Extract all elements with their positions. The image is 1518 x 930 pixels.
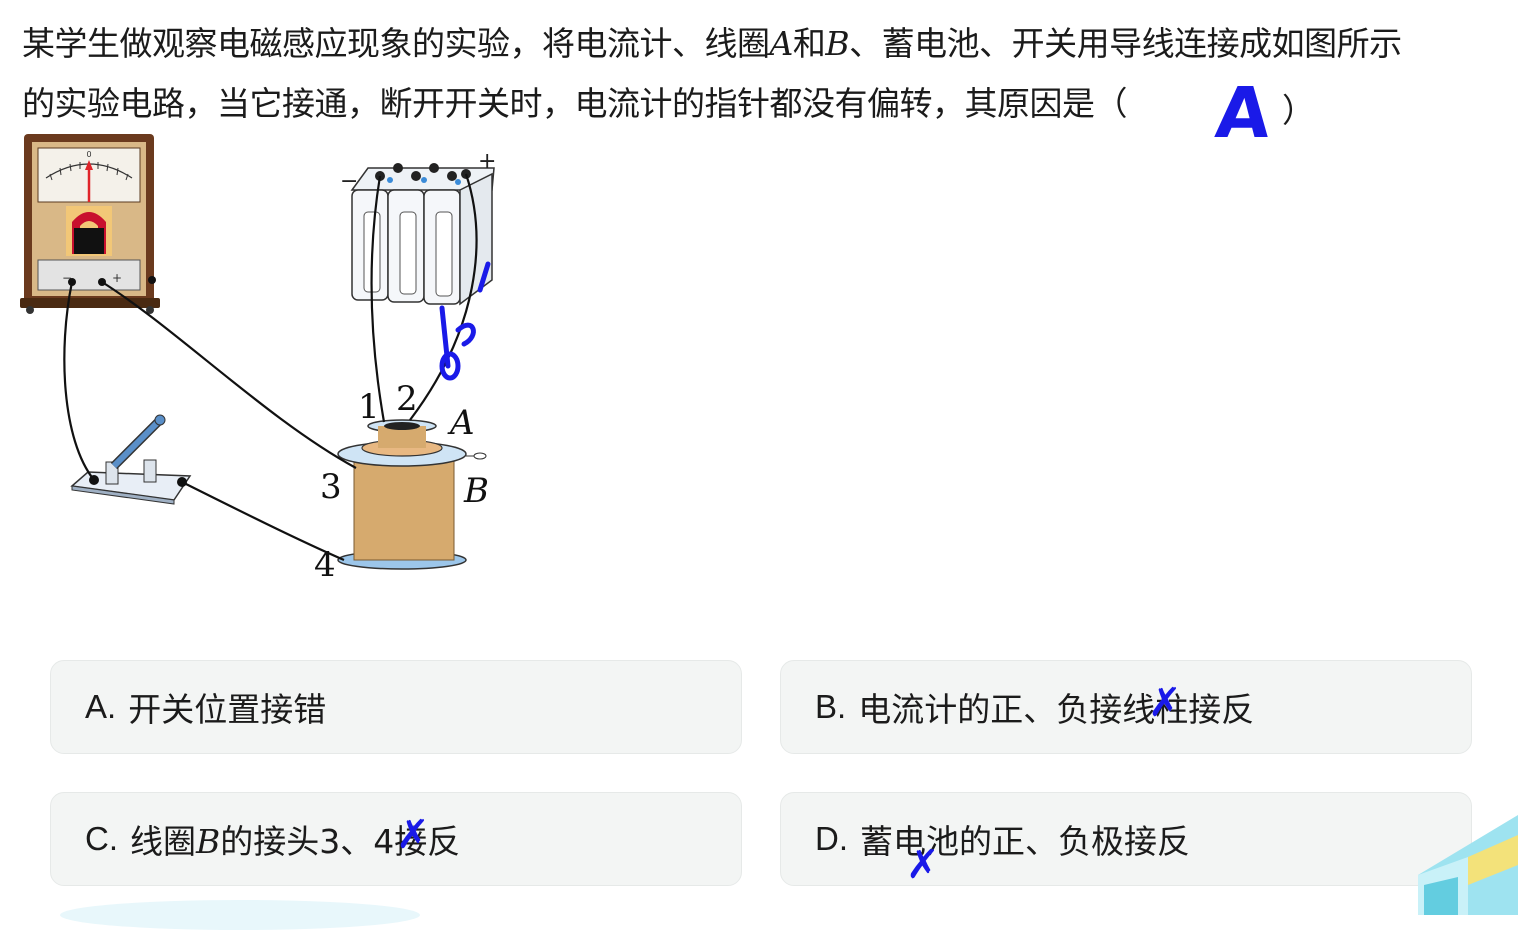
coil-a-variable: A — [769, 24, 794, 63]
handwritten-x-mark-c: ✗ — [396, 812, 430, 858]
answer-close-paren: ） — [1282, 91, 1315, 130]
meter-plus-label: + — [112, 271, 122, 285]
option-c-letter: C. — [85, 820, 118, 857]
coil-a-label: A — [447, 403, 475, 443]
question-line-1: 某学生做观察电磁感应现象的实验，将电流计、线圈A和B、蓄电池、开关用导线连接成如… — [22, 24, 1402, 63]
terminal-3-label: 3 — [320, 467, 342, 507]
option-a-letter: A. — [85, 688, 117, 725]
handwritten-x-mark-d: ✗ — [906, 842, 940, 888]
galvanometer-icon: 0 − + — [20, 134, 160, 314]
coil-b-label: B — [463, 471, 489, 511]
option-c-coil-var: B — [196, 822, 221, 861]
option-a-text: 开关位置接错 — [128, 690, 327, 729]
corner-decoration-icon — [1418, 815, 1518, 915]
option-b[interactable]: B. 电流计的正、负接线柱接反 — [780, 660, 1472, 754]
handwritten-answer: A — [1212, 72, 1274, 154]
terminal-2-label: 2 — [396, 379, 418, 419]
meter-zero-label: 0 — [86, 150, 91, 159]
option-b-letter: B. — [815, 688, 847, 725]
handwritten-x-mark-b: ✗ — [1148, 680, 1182, 726]
coil-b-variable: B — [825, 24, 850, 63]
option-a[interactable]: A. 开关位置接错 — [50, 660, 742, 754]
option-d-letter: D. — [815, 820, 848, 857]
terminal-1-label: 1 — [358, 387, 380, 427]
option-b-text: 电流计的正、负接线柱接反 — [858, 690, 1255, 729]
terminal-4-label: 4 — [314, 545, 336, 585]
circuit-figure: 0 − + − + 1 2 3 4 A B — [20, 134, 496, 585]
option-d[interactable]: D. 蓄电池的正、负极接反 — [780, 792, 1472, 886]
switch-icon — [70, 414, 192, 505]
battery-minus-label: − — [340, 169, 358, 194]
battery-plus-label: + — [478, 149, 496, 174]
bottom-glow-decoration — [60, 900, 420, 930]
